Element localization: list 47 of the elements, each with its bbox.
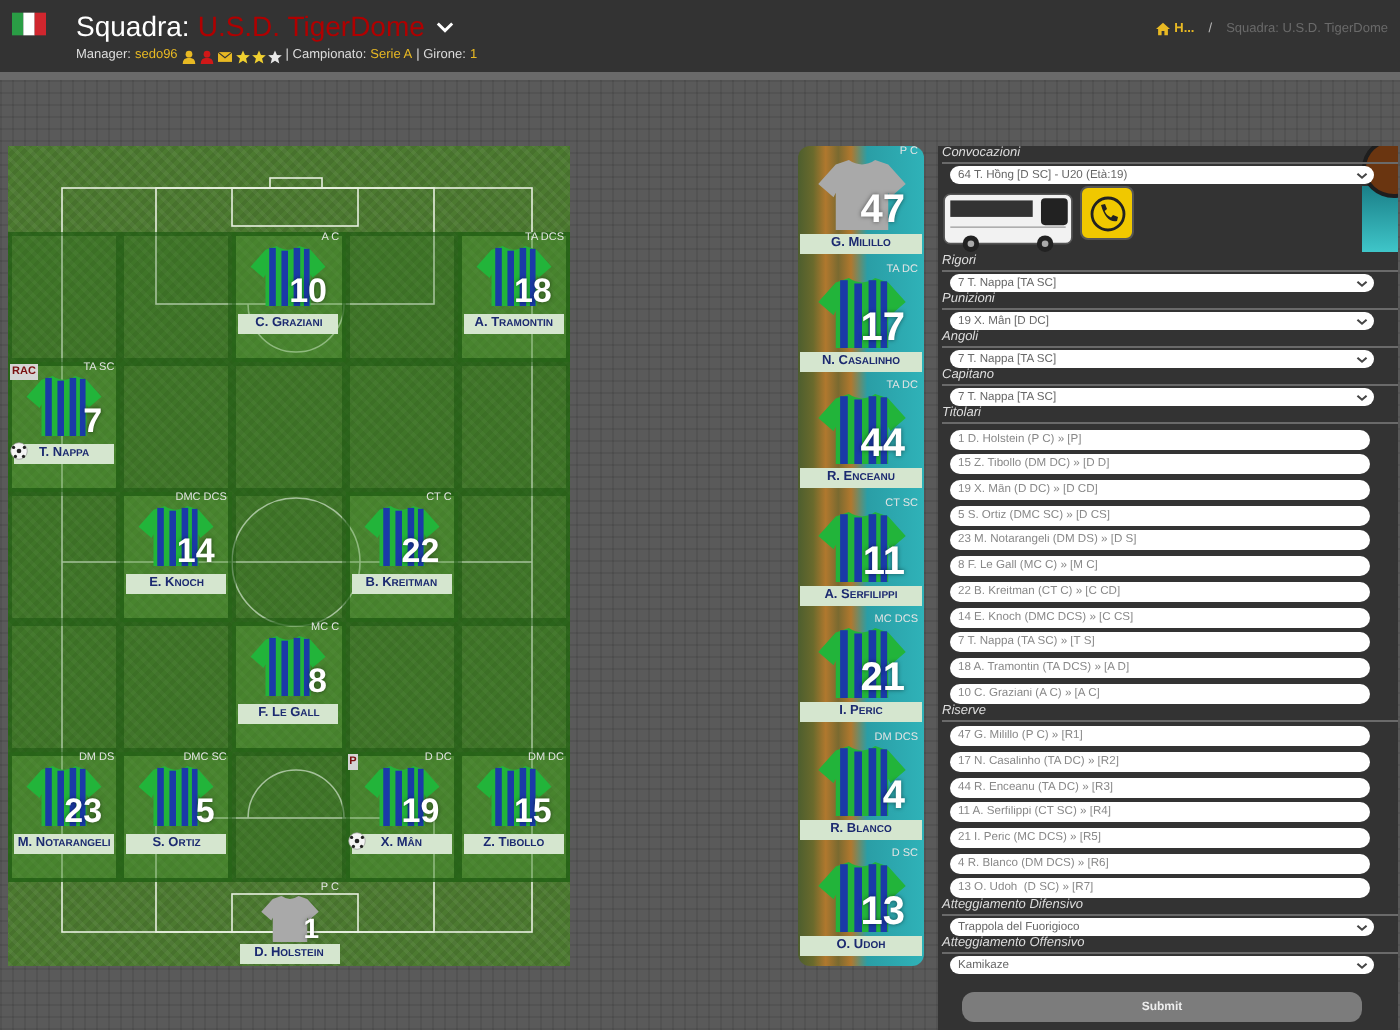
chevron-icon — [1356, 171, 1368, 179]
shirt-icon — [475, 246, 552, 306]
home-icon — [1156, 22, 1171, 36]
shirt-number: 17 — [860, 307, 905, 348]
shirt-icon — [817, 628, 905, 699]
shirt-icon — [363, 506, 440, 566]
phone-button[interactable] — [1080, 186, 1134, 240]
chevron-icon[interactable] — [436, 19, 455, 33]
shirt-number: 10 — [289, 274, 327, 308]
person-icon[interactable] — [181, 49, 196, 63]
shirt-icon — [817, 277, 905, 348]
shirt-number: 21 — [860, 658, 905, 699]
shirt-icon — [26, 376, 103, 436]
shirt-icon — [817, 745, 905, 816]
shirt-icon — [363, 766, 440, 826]
shirt-icon — [817, 862, 905, 933]
shirt-number: 14 — [176, 534, 215, 568]
chevron-icon — [1356, 355, 1368, 363]
shirt-icon — [817, 394, 905, 465]
shirt-number: 44 — [860, 424, 905, 465]
flag-icon — [12, 12, 46, 36]
shirt-icon — [250, 246, 327, 306]
shirt-number: 4 — [882, 775, 905, 816]
chevron-icon — [1356, 961, 1368, 970]
shirt-number: 8 — [308, 664, 327, 698]
shirt-number: 11 — [862, 541, 905, 582]
shirt-icon — [250, 636, 327, 696]
chevron-icon — [1356, 923, 1368, 932]
chevron-icon — [1356, 279, 1368, 287]
shirt-icon — [817, 511, 905, 582]
shirt-number: 22 — [401, 534, 440, 568]
envelope-icon[interactable] — [217, 49, 232, 63]
shirt-number: 15 — [513, 794, 552, 828]
shirt-number: 13 — [860, 892, 905, 933]
shirt-number: 5 — [195, 794, 215, 828]
chevron-icon — [1356, 317, 1368, 325]
image-placeholder — [1362, 186, 1398, 252]
shirt-number: 18 — [513, 274, 552, 308]
shirt-number: 23 — [64, 794, 103, 828]
shirt-icon — [138, 766, 215, 826]
shirt-icon — [475, 766, 552, 826]
phone-icon — [1087, 193, 1127, 233]
shirt-icon — [26, 766, 103, 826]
chevron-icon — [1356, 393, 1368, 401]
shirt-number: 19 — [401, 794, 440, 828]
title-label: Squadra: — [76, 10, 190, 42]
shirt-icon — [138, 506, 215, 566]
